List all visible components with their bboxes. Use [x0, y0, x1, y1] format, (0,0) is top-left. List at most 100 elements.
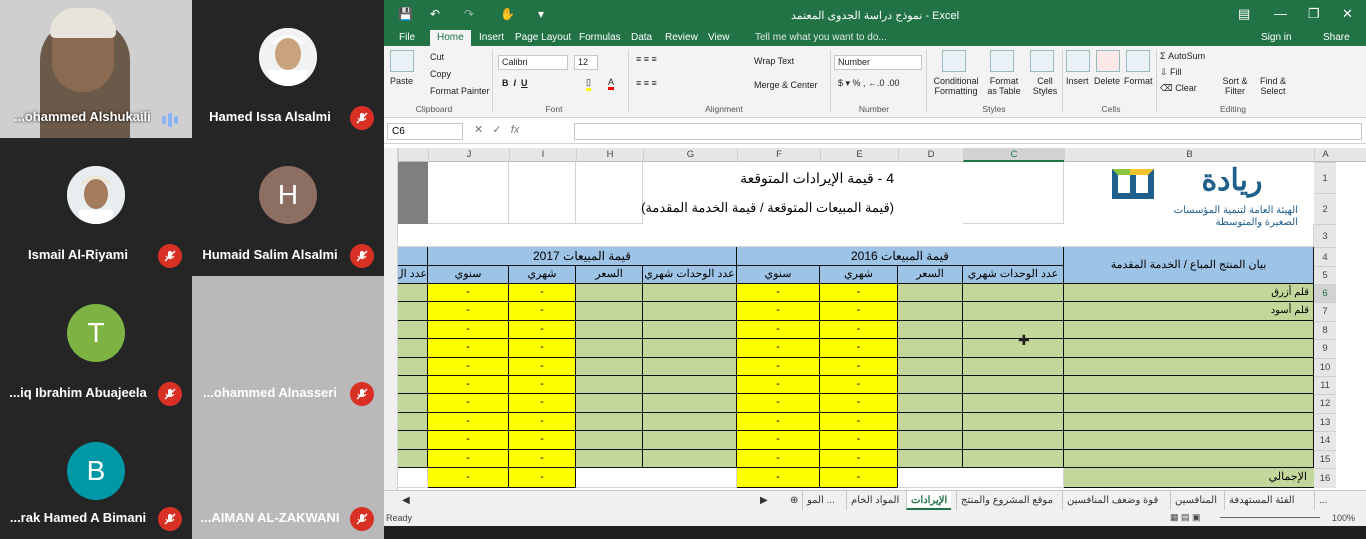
- product-header[interactable]: بيان المنتج المباع / الخدمة المقدمة: [1064, 247, 1314, 284]
- data-cell[interactable]: -: [428, 449, 509, 468]
- grid-cell[interactable]: [963, 162, 1064, 224]
- data-cell[interactable]: [898, 357, 963, 376]
- clear-button[interactable]: ⌫ Clear: [1160, 83, 1197, 94]
- participant-tile[interactable]: B ...rak Hamed A Bimani: [0, 414, 192, 539]
- data-cell[interactable]: [898, 302, 963, 321]
- sheet-tab[interactable]: ...: [1314, 491, 1331, 510]
- data-cell[interactable]: [643, 431, 737, 450]
- function-icon[interactable]: ✕ ✓ fx: [474, 123, 519, 136]
- wrap-text-button[interactable]: Wrap Text: [754, 56, 794, 66]
- formula-input[interactable]: [574, 123, 1362, 140]
- data-cell[interactable]: [398, 431, 428, 450]
- tab-data[interactable]: Data: [624, 30, 659, 46]
- tell-me-box[interactable]: Tell me what you want to do...: [748, 30, 894, 46]
- sheet-tab[interactable]: قوة وضعف المنافسين: [1062, 491, 1162, 510]
- total-cell[interactable]: -: [820, 468, 898, 488]
- data-cell[interactable]: -: [737, 302, 820, 321]
- view-buttons[interactable]: ▦ ▤ ▣: [1170, 512, 1201, 523]
- ribbon-display-icon[interactable]: ▤: [1238, 6, 1250, 22]
- data-cell[interactable]: [898, 284, 963, 303]
- tab-view[interactable]: View: [701, 30, 737, 46]
- participant-tile[interactable]: ...AIMAN AL-ZAKWANI: [192, 414, 384, 539]
- grid-cell[interactable]: [509, 162, 576, 224]
- header-units[interactable]: عدد الوحدات شهري: [643, 266, 737, 284]
- format-as-table-button[interactable]: Format as Table: [984, 76, 1024, 96]
- font-color-icon[interactable]: A: [608, 77, 615, 90]
- data-cell[interactable]: -: [509, 394, 576, 413]
- cut-button[interactable]: Cut: [430, 52, 444, 62]
- data-cell[interactable]: [963, 284, 1064, 303]
- fill-button[interactable]: ⇩ Fill: [1160, 67, 1182, 78]
- data-cell[interactable]: -: [509, 320, 576, 340]
- data-cell[interactable]: [576, 376, 643, 395]
- column-header[interactable]: A: [1314, 148, 1336, 162]
- column-header[interactable]: H: [576, 148, 643, 162]
- zoom-slider[interactable]: [1220, 517, 1320, 518]
- data-cell[interactable]: -: [820, 320, 898, 340]
- format-cells-icon[interactable]: [1126, 50, 1150, 72]
- product-name-cell[interactable]: [1064, 320, 1314, 340]
- data-cell[interactable]: -: [509, 412, 576, 432]
- data-cell[interactable]: [963, 376, 1064, 395]
- header-cell-2017[interactable]: قيمة المبيعات 2017: [428, 247, 737, 266]
- data-cell[interactable]: [963, 302, 1064, 321]
- insert-cells-icon[interactable]: [1066, 50, 1090, 72]
- number-format-select[interactable]: Number: [834, 55, 922, 70]
- data-cell[interactable]: -: [737, 431, 820, 450]
- product-name-cell[interactable]: [1064, 376, 1314, 395]
- product-name-cell[interactable]: قلم أسود: [1064, 302, 1314, 321]
- data-cell[interactable]: [963, 339, 1064, 358]
- data-cell[interactable]: -: [509, 357, 576, 376]
- product-name-cell[interactable]: [1064, 394, 1314, 413]
- grid-cell[interactable]: [576, 468, 737, 488]
- data-cell[interactable]: -: [428, 376, 509, 395]
- row-header[interactable]: 6: [1314, 284, 1336, 303]
- fill-color-icon[interactable]: ▯: [586, 77, 591, 91]
- data-cell[interactable]: [576, 302, 643, 321]
- row-header[interactable]: 11: [1314, 376, 1336, 395]
- product-name-cell[interactable]: [1064, 412, 1314, 432]
- data-cell[interactable]: -: [428, 302, 509, 321]
- data-cell[interactable]: -: [428, 339, 509, 358]
- column-header[interactable]: J: [428, 148, 509, 162]
- delete-cells-button[interactable]: Delete: [1094, 76, 1120, 86]
- delete-cells-icon[interactable]: [1096, 50, 1120, 72]
- data-cell[interactable]: -: [428, 431, 509, 450]
- data-cell[interactable]: [576, 339, 643, 358]
- format-as-table-icon[interactable]: [990, 50, 1014, 72]
- data-cell[interactable]: -: [428, 320, 509, 340]
- row-header[interactable]: 1: [1314, 162, 1336, 193]
- restore-icon[interactable]: ❐: [1308, 6, 1320, 22]
- data-cell[interactable]: [898, 339, 963, 358]
- data-cell[interactable]: [963, 412, 1064, 432]
- tab-page-layout[interactable]: Page Layout: [508, 30, 578, 46]
- data-cell[interactable]: [963, 357, 1064, 376]
- data-cell[interactable]: -: [509, 376, 576, 395]
- data-cell[interactable]: [576, 357, 643, 376]
- font-size-select[interactable]: 12: [574, 55, 598, 70]
- font-format-buttons[interactable]: B I U: [502, 78, 528, 88]
- row-header[interactable]: 8: [1314, 320, 1336, 340]
- data-cell[interactable]: [643, 320, 737, 340]
- paste-button[interactable]: Paste: [390, 76, 413, 86]
- data-cell[interactable]: -: [820, 302, 898, 321]
- data-cell[interactable]: -: [820, 357, 898, 376]
- participant-tile[interactable]: Ismail Al-Riyami: [0, 138, 192, 276]
- data-cell[interactable]: -: [737, 357, 820, 376]
- tab-formulas[interactable]: Formulas: [572, 30, 628, 46]
- data-cell[interactable]: [898, 431, 963, 450]
- sheet-tab-active[interactable]: الإيرادات: [906, 491, 952, 510]
- sheet-subtitle[interactable]: (قيمة المبيعات المتوقعة / قيمة الخدمة ال…: [578, 200, 898, 220]
- font-name-select[interactable]: Calibri: [498, 55, 568, 70]
- row-header[interactable]: 5: [1314, 266, 1336, 284]
- autosum-button[interactable]: Σ AutoSum: [1160, 51, 1205, 61]
- row-header[interactable]: 3: [1314, 224, 1336, 247]
- sheet-title[interactable]: 4 - قيمة الإيرادات المتوقعة: [643, 170, 898, 190]
- row-header[interactable]: 12: [1314, 394, 1336, 413]
- tab-file[interactable]: File: [392, 30, 422, 46]
- data-cell[interactable]: -: [509, 339, 576, 358]
- tab-insert[interactable]: Insert: [472, 30, 511, 46]
- data-cell[interactable]: [576, 284, 643, 303]
- participant-tile[interactable]: H Humaid Salim Alsalmi: [192, 138, 384, 276]
- data-cell[interactable]: [643, 302, 737, 321]
